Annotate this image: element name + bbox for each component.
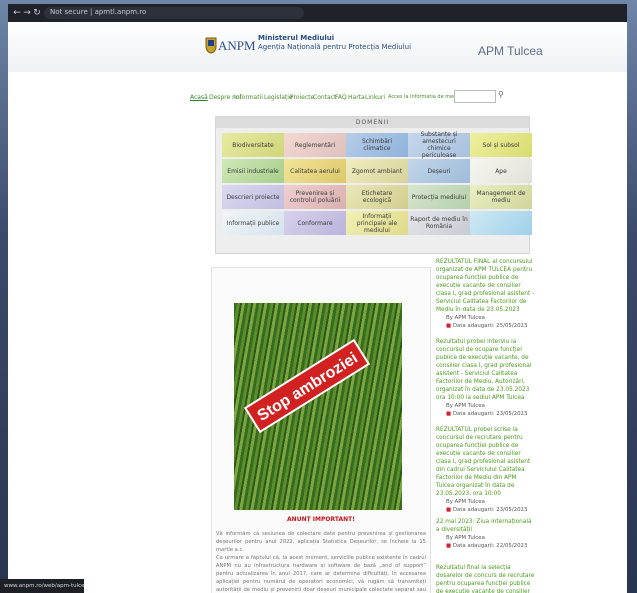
news-item: 22 mai 2023: Ziua internațională a diver…: [436, 518, 536, 550]
tile-deseuri[interactable]: Deșeuri: [408, 159, 470, 183]
news-date: ■ Data adaugarii: 22/05/2023: [436, 542, 536, 550]
news-item: REZULTATUL probei scrise la concursul de…: [436, 426, 536, 514]
tile-schimbari-climatice[interactable]: Schimbări climatice: [346, 133, 408, 157]
tile-descrieri-proiecte[interactable]: Descrieri proiecte: [222, 185, 284, 209]
tile-protectia-mediului[interactable]: Protecția mediului: [408, 185, 470, 209]
anpm-logo-text[interactable]: ANPM: [218, 38, 256, 54]
menu-item-acces-info[interactable]: Acces la informatia de mediu: [388, 94, 461, 100]
announcement-paragraph-2: Ca urmare a faptului că, la acest moment…: [216, 555, 426, 593]
menu-item-faq[interactable]: FAQ: [335, 94, 347, 101]
announcement-title: ANUNȚ IMPORTANT!: [287, 516, 355, 523]
forward-icon[interactable]: →: [22, 8, 32, 18]
web-page: ANPM Ministerul Mediului Agenția Naționa…: [8, 22, 627, 593]
news-item: REZULTATUL FINAL al concursului organiza…: [436, 258, 536, 330]
tile-prevenire-poluare[interactable]: Prevenirea și controlul poluării: [284, 185, 346, 209]
news-item: Rezultatul final la selecția dosarelor d…: [436, 564, 536, 593]
tile-informatii-publice[interactable]: Informații publice: [222, 211, 284, 235]
browser-toolbar: ← → ↻ Not secure | apmtl.anpm.ro: [8, 4, 627, 22]
announcement-panel: Stop ambroziei ANUNȚ IMPORTANT! Vă infor…: [211, 267, 431, 593]
news-date: ■ Data adaugarii: 23/05/2023: [436, 506, 536, 514]
reload-icon[interactable]: ↻: [32, 8, 42, 18]
calendar-icon: ■: [446, 507, 452, 513]
news-author: By APM Tulcea: [446, 403, 485, 409]
announcement-paragraph-1: Vă informăm că sesiunea de colectare dat…: [216, 531, 426, 553]
tile-raport-mediu[interactable]: Raport de mediu în România: [408, 211, 470, 235]
news-link[interactable]: Rezultatul final la selecția dosarelor d…: [436, 564, 536, 593]
news-link[interactable]: REZULTATUL FINAL al concursului organiza…: [436, 258, 536, 314]
news-date-text: Data adaugarii: 23/05/2023: [452, 411, 528, 417]
news-date-text: Data adaugarii: 22/05/2023: [452, 543, 528, 549]
menu-item-harta[interactable]: Harta: [348, 94, 365, 101]
news-author: By APM Tulcea: [446, 315, 485, 321]
back-icon[interactable]: ←: [12, 8, 22, 18]
news-date-text: Data adaugarii: 23/05/2023: [452, 507, 528, 513]
domains-title: DOMENII: [216, 117, 529, 128]
news-link[interactable]: 22 mai 2023: Ziua internațională a diver…: [436, 518, 536, 534]
tile-zgomot-ambiant[interactable]: Zgomot ambiant: [346, 159, 408, 183]
search-input[interactable]: [454, 90, 496, 103]
tile-ape[interactable]: Ape: [470, 159, 532, 183]
calendar-icon: ■: [446, 543, 452, 549]
news-date-text: Data adaugarii: 25/05/2023: [452, 323, 528, 329]
tile-calitatea-aerului[interactable]: Calitatea aerului: [284, 159, 346, 183]
domains-panel: DOMENII Biodiversitate Reglementări Schi…: [215, 116, 532, 254]
calendar-icon: ■: [446, 323, 452, 329]
news-item: Rezultatul probei interviu la concursul …: [436, 338, 536, 418]
browser-window: ← → ↻ Not secure | apmtl.anpm.ro ANPM Mi…: [8, 4, 627, 593]
menu-item-linkuri[interactable]: Linkuri: [365, 94, 385, 101]
menu-item-proiecte[interactable]: Proiecte: [290, 94, 314, 101]
tile-blank[interactable]: [470, 211, 532, 235]
tile-informatii-principale[interactable]: Informații principale ale mediului: [346, 211, 408, 235]
search-icon[interactable]: ⚲: [498, 90, 504, 99]
romania-crest-icon: [205, 37, 217, 54]
tile-substante-chimice[interactable]: Substanțe și amestecuri chimice periculo…: [408, 131, 470, 159]
tile-management-mediu[interactable]: Management de mediu: [470, 185, 532, 209]
news-link[interactable]: Rezultatul probei interviu la concursul …: [436, 338, 536, 402]
tile-conformare[interactable]: Conformare: [284, 211, 346, 235]
news-author: By APM Tulcea: [446, 535, 485, 541]
ministry-line-2: Agenția Națională pentru Protecția Mediu…: [258, 43, 412, 51]
calendar-icon: ■: [446, 411, 452, 417]
news-author: By APM Tulcea: [446, 499, 485, 505]
tile-etichetare-ecologica[interactable]: Etichetare ecologică: [346, 185, 408, 209]
menu-item-contact[interactable]: Contact: [313, 94, 336, 101]
menu-item-legislatie[interactable]: Legislație: [264, 94, 293, 101]
tile-sol-subsol[interactable]: Sol și subsol: [470, 133, 532, 157]
tile-emisii-industriale[interactable]: Emisii industriale: [222, 159, 284, 183]
site-header: ANPM Ministerul Mediului Agenția Naționa…: [8, 22, 627, 72]
news-date: ■ Data adaugarii: 23/05/2023: [436, 410, 536, 418]
address-text: Not secure | apmtl.anpm.ro: [50, 8, 147, 16]
site-title: APM Tulcea: [478, 44, 543, 58]
main-menu: Acasă Despre noi Informatii Legislație P…: [8, 90, 627, 106]
tile-reglementari[interactable]: Reglementări: [284, 133, 346, 157]
ambrosia-photo[interactable]: Stop ambroziei: [234, 303, 402, 510]
ministry-line-1: Ministerul Mediului: [258, 34, 335, 42]
news-link[interactable]: REZULTATUL probei scrise la concursul de…: [436, 426, 536, 498]
tile-biodiversitate[interactable]: Biodiversitate: [222, 133, 284, 157]
news-date: ■ Data adaugarii: 25/05/2023: [436, 322, 536, 330]
address-bar[interactable]: Not secure | apmtl.anpm.ro: [44, 7, 304, 19]
ministry-title: Ministerul Mediului Agenția Națională pe…: [258, 34, 411, 52]
menu-item-informatii[interactable]: Informatii: [234, 94, 263, 101]
menu-item-acasa[interactable]: Acasă: [190, 94, 208, 101]
status-bar-url: www.anpm.ro/web/apm-tulcea/domenii: [0, 579, 84, 593]
